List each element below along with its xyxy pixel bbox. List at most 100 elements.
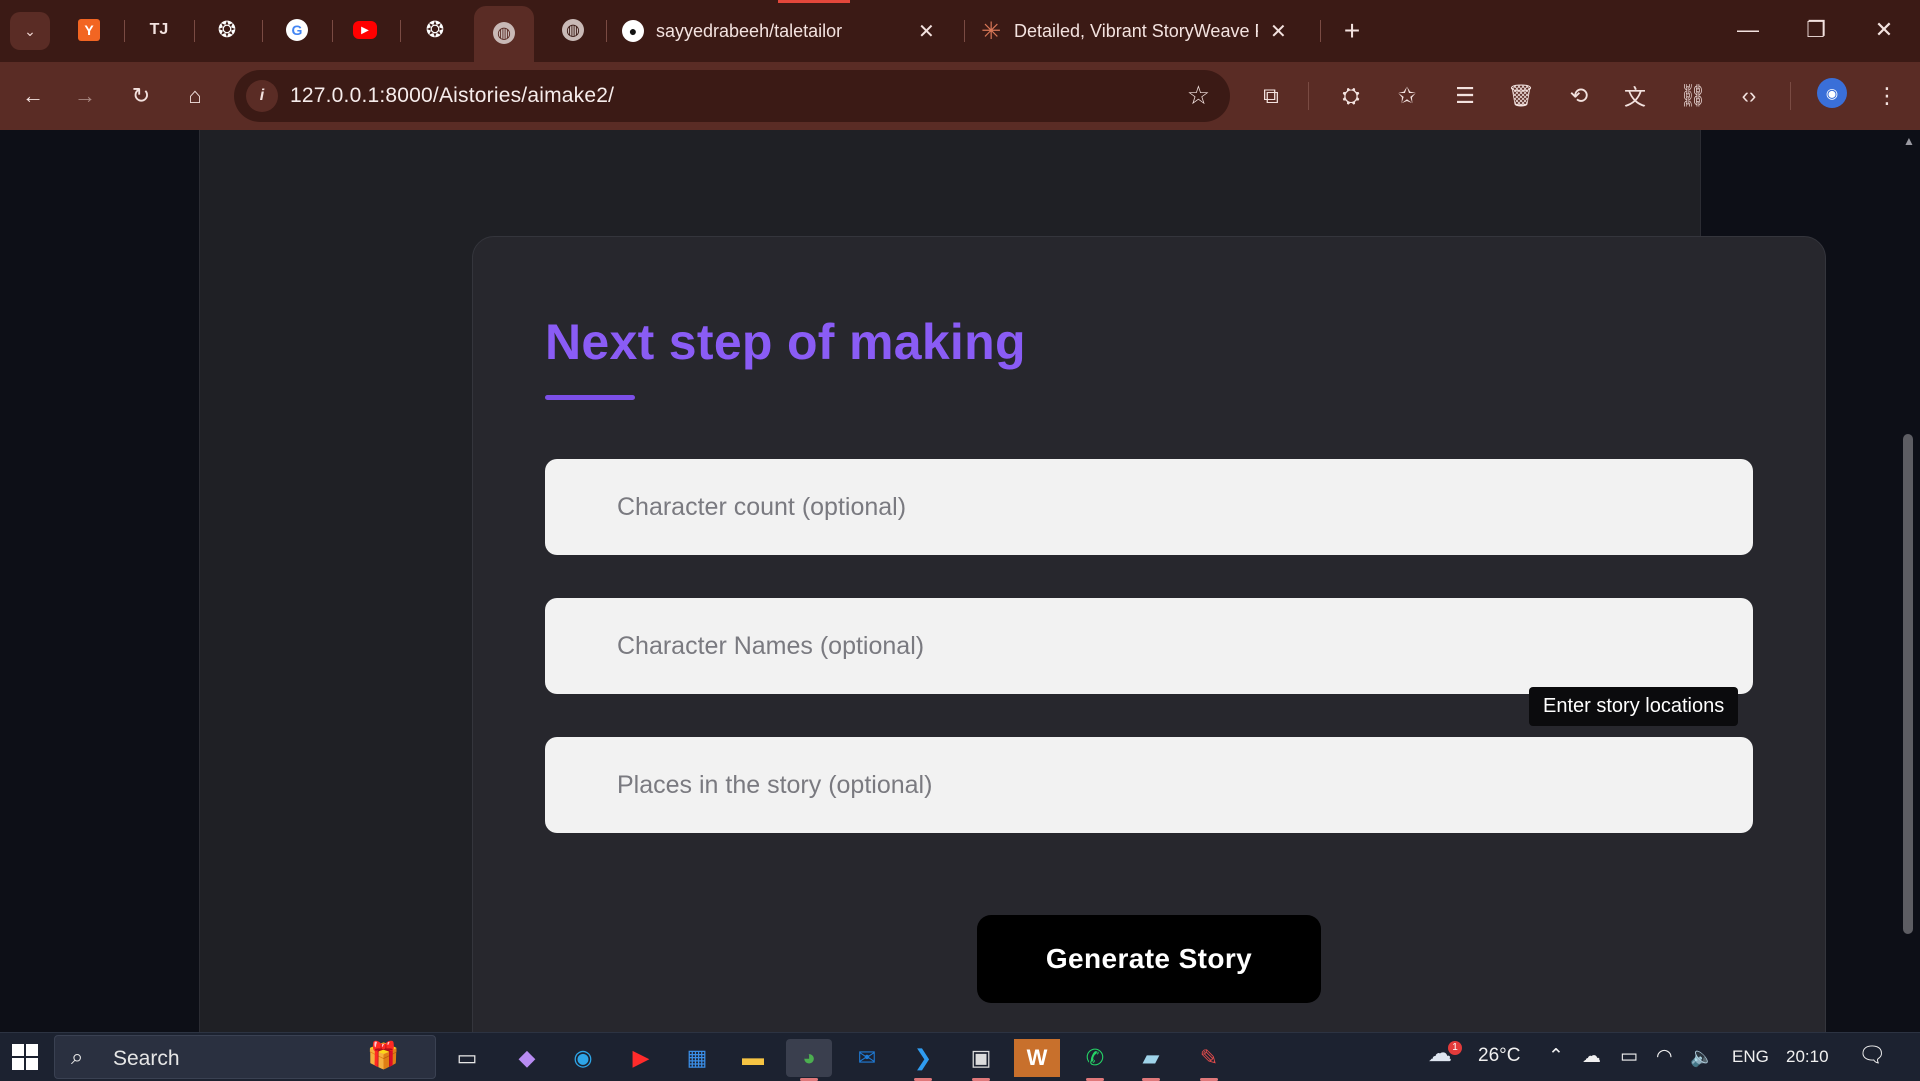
- vscode-icon[interactable]: ❯: [900, 1039, 946, 1081]
- active-pinned-tab[interactable]: ◍: [474, 6, 534, 62]
- file-explorer-icon[interactable]: ▬: [730, 1039, 776, 1077]
- minimize-button[interactable]: —: [1718, 10, 1778, 50]
- chrome-icon[interactable]: ◕: [786, 1039, 832, 1081]
- wifi-icon[interactable]: ◠: [1656, 1045, 1673, 1068]
- link-icon: ⛓: [1679, 83, 1707, 108]
- volume-icon[interactable]: 🔈: [1690, 1045, 1714, 1069]
- translate-button[interactable]: 文: [1616, 77, 1654, 115]
- character-count-input[interactable]: [545, 459, 1753, 555]
- globe-icon: ◍: [562, 19, 584, 41]
- url-text[interactable]: 127.0.0.1:8000/Aistories/aimake2/: [290, 84, 614, 108]
- gift-icon: 🎁: [367, 1040, 400, 1070]
- whatsapp-icon[interactable]: ✆: [1072, 1039, 1118, 1081]
- scroll-thumb[interactable]: [1903, 434, 1913, 934]
- trash-icon: 🗑: [1507, 83, 1535, 108]
- history-button[interactable]: ⟲: [1560, 77, 1598, 115]
- generate-story-button[interactable]: Generate Story: [977, 915, 1321, 1003]
- star-list-icon: ✩: [1397, 83, 1417, 108]
- pin-app-icon[interactable]: ✎: [1186, 1039, 1232, 1081]
- pinned-tab[interactable]: Y: [74, 14, 104, 46]
- scrollbar[interactable]: ▲: [1898, 130, 1920, 1032]
- restore-icon: ❐: [1806, 17, 1826, 42]
- incognito-avatar-icon: ◉: [1825, 84, 1839, 101]
- code-icon: ‹›: [1741, 83, 1757, 108]
- copilot-icon[interactable]: ◆: [504, 1039, 550, 1077]
- terminal-icon[interactable]: ▣: [958, 1039, 1004, 1081]
- battery-icon[interactable]: ▭: [1620, 1045, 1638, 1068]
- openai-icon: ❂: [217, 17, 237, 42]
- windows-start-icon[interactable]: [12, 1044, 38, 1070]
- extensions-button[interactable]: ⧉: [1252, 77, 1290, 115]
- notifications-icon[interactable]: 🗨: [1858, 1042, 1886, 1068]
- incognito-icon: ⛭: [1342, 83, 1360, 108]
- google-icon: G: [286, 19, 308, 41]
- weather-badge: 1: [1448, 1041, 1462, 1055]
- tab-title: Detailed, Vibrant StoryWeave R: [1014, 20, 1258, 41]
- home-icon: ⌂: [188, 83, 202, 108]
- new-tab-button[interactable]: +: [1335, 14, 1369, 48]
- delete-button[interactable]: 🗑: [1502, 77, 1540, 115]
- scroll-up-icon[interactable]: ▲: [1902, 134, 1916, 148]
- pinned-tab[interactable]: ◍: [558, 14, 588, 46]
- back-button[interactable]: ←: [14, 77, 52, 115]
- chevron-up-icon[interactable]: ⌃: [1548, 1045, 1564, 1068]
- pinned-tab[interactable]: ❂: [212, 14, 242, 46]
- bookmark-star-icon[interactable]: ☆: [1187, 80, 1210, 111]
- youtube-icon[interactable]: ▶: [618, 1039, 664, 1077]
- browser-toolbar: ← → ↻ ⌂ i 127.0.0.1:8000/Aistories/aimak…: [0, 62, 1920, 130]
- page-viewport: Next step of making Enter story location…: [0, 130, 1920, 1032]
- reading-list-button[interactable]: ☰: [1446, 77, 1484, 115]
- arrow-right-icon: →: [74, 83, 96, 108]
- menu-button[interactable]: ⋮: [1868, 77, 1906, 115]
- language-indicator[interactable]: ENG: [1732, 1047, 1769, 1067]
- pinned-tab[interactable]: ❂: [420, 14, 450, 46]
- outlook-icon[interactable]: ✉: [844, 1039, 890, 1077]
- pinned-tab[interactable]: TJ: [144, 14, 174, 46]
- close-window-button[interactable]: ✕: [1854, 10, 1914, 50]
- youtube-icon: ▶: [353, 21, 377, 39]
- tab-search-button[interactable]: ⌄: [10, 12, 50, 50]
- character-names-input[interactable]: [545, 598, 1753, 694]
- tab-loading-indicator: [778, 0, 850, 3]
- restore-button[interactable]: ❐: [1786, 10, 1846, 50]
- site-info-icon[interactable]: i: [246, 80, 278, 112]
- pinned-tab[interactable]: ▶: [350, 14, 380, 46]
- onedrive-icon[interactable]: ☁: [1582, 1045, 1601, 1068]
- chevron-down-icon: ⌄: [24, 22, 36, 39]
- tj-icon: TJ: [149, 21, 169, 38]
- story-form-card: Next step of making Enter story location…: [472, 236, 1826, 1032]
- openai-icon: ❂: [425, 17, 445, 42]
- pinned-tab[interactable]: G: [282, 14, 312, 46]
- incognito-button[interactable]: ⛭: [1332, 77, 1370, 115]
- tab-storyweave[interactable]: ✳ Detailed, Vibrant StoryWeave R ✕: [980, 8, 1306, 54]
- task-view-icon[interactable]: ▭: [444, 1039, 490, 1077]
- notepad-icon[interactable]: ▰: [1128, 1039, 1174, 1081]
- close-icon[interactable]: ✕: [1270, 19, 1287, 44]
- devtools-button[interactable]: ‹›: [1730, 77, 1768, 115]
- weather-temp[interactable]: 26°C: [1478, 1045, 1520, 1067]
- tab-github[interactable]: ● sayyedrabeeh/taletailor ✕: [622, 8, 950, 54]
- home-button[interactable]: ⌂: [176, 77, 214, 115]
- clock[interactable]: 20:10: [1786, 1047, 1829, 1067]
- forward-button[interactable]: →: [66, 77, 104, 115]
- close-icon[interactable]: ✕: [918, 19, 935, 44]
- store-icon[interactable]: ▦: [674, 1039, 720, 1077]
- favorites-button[interactable]: ✩: [1388, 77, 1426, 115]
- tab-strip: ⌄ Y TJ ❂ G ▶ ❂ ◍ ◍ ● sayyedrabeeh/taleta…: [0, 0, 1920, 62]
- copy-link-button[interactable]: ⛓: [1674, 77, 1712, 115]
- taskbar-search[interactable]: ⌕ Search 🎁: [54, 1035, 436, 1079]
- translate-icon: 文: [1623, 85, 1646, 110]
- page-column: Next step of making Enter story location…: [199, 130, 1826, 1032]
- places-input[interactable]: [545, 737, 1753, 833]
- tooltip: Enter story locations: [1529, 687, 1739, 726]
- plus-icon: +: [1343, 15, 1361, 46]
- reading-list-icon: ☰: [1455, 83, 1475, 108]
- edge-icon[interactable]: ◉: [560, 1039, 606, 1077]
- address-bar[interactable]: i 127.0.0.1:8000/Aistories/aimake2/ ☆: [234, 70, 1230, 122]
- profile-avatar[interactable]: ◉: [1817, 78, 1847, 108]
- writer-icon[interactable]: W: [1014, 1039, 1060, 1077]
- reload-icon: ↻: [131, 83, 151, 108]
- reload-button[interactable]: ↻: [122, 77, 160, 115]
- close-icon: ✕: [1874, 17, 1894, 42]
- globe-icon: ◍: [493, 22, 515, 44]
